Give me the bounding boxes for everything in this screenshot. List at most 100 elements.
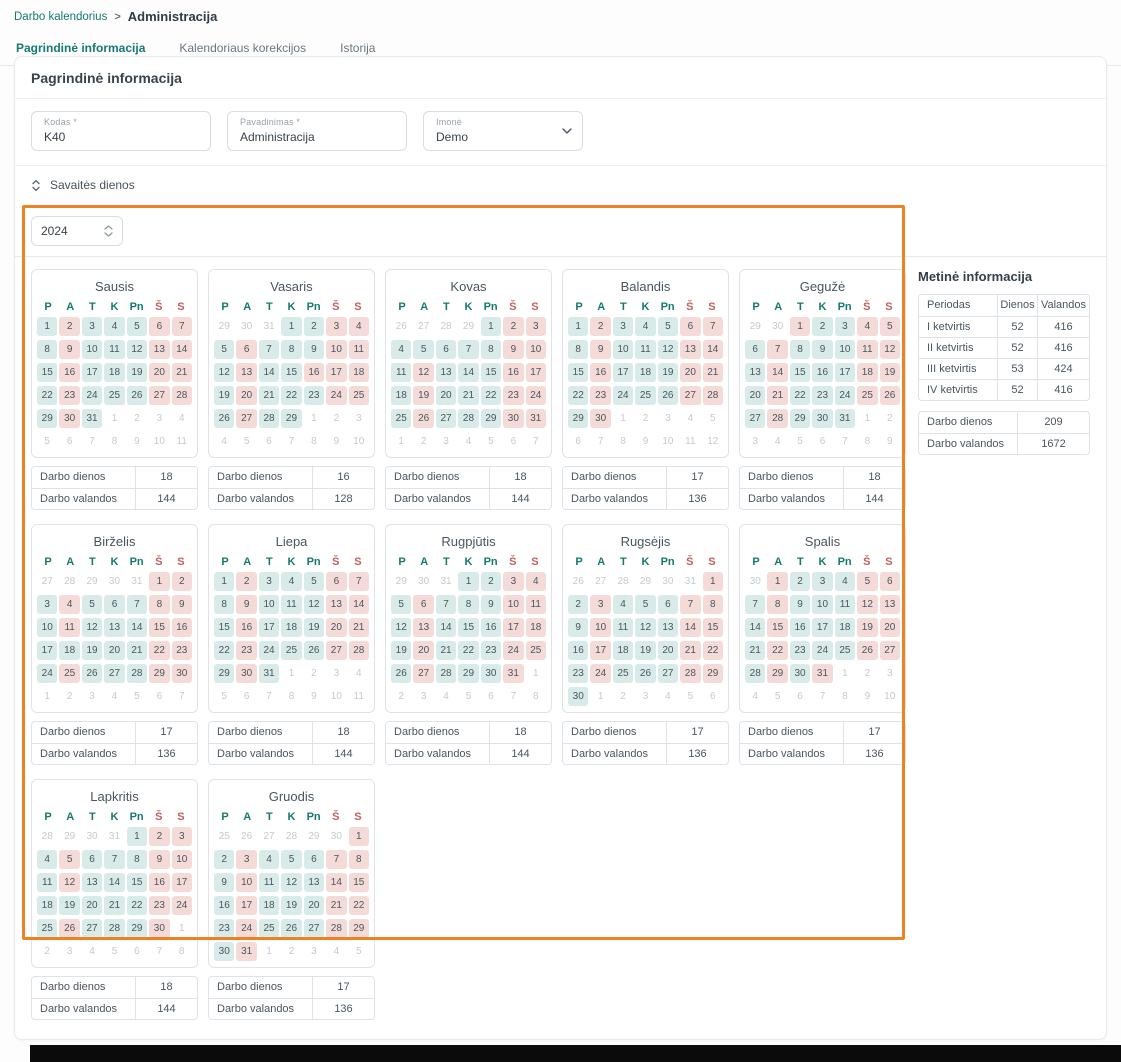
day-cell[interactable]: 24 (326, 386, 346, 405)
day-cell[interactable]: 11 (857, 340, 877, 359)
day-cell[interactable]: 16 (214, 896, 234, 915)
day-cell[interactable]: 27 (82, 919, 102, 938)
day-cell[interactable]: 11 (613, 618, 633, 637)
day-cell[interactable]: 20 (104, 641, 124, 660)
day-cell[interactable]: 19 (658, 363, 678, 382)
day-cell[interactable]: 4 (349, 317, 369, 336)
day-cell[interactable]: 18 (635, 363, 655, 382)
day-cell[interactable]: 13 (326, 595, 346, 614)
day-cell[interactable]: 19 (304, 618, 324, 637)
stepper-up-icon[interactable] (104, 225, 113, 230)
day-cell[interactable]: 1 (568, 317, 588, 336)
day-cell[interactable]: 7 (436, 595, 456, 614)
collapse-section-savaites-dienos[interactable]: Savaitės dienos (15, 165, 1106, 204)
day-cell[interactable]: 15 (214, 618, 234, 637)
day-cell[interactable]: 30 (149, 919, 169, 938)
day-cell[interactable]: 2 (59, 317, 79, 336)
day-cell[interactable]: 12 (127, 340, 147, 359)
day-cell[interactable]: 23 (481, 641, 501, 660)
day-cell[interactable]: 15 (703, 618, 723, 637)
day-cell[interactable]: 15 (127, 873, 147, 892)
day-cell[interactable]: 22 (767, 641, 787, 660)
day-cell[interactable]: 8 (37, 340, 57, 359)
day-cell[interactable]: 29 (349, 919, 369, 938)
day-cell[interactable]: 22 (37, 386, 57, 405)
day-cell[interactable]: 4 (391, 340, 411, 359)
day-cell[interactable]: 17 (526, 363, 546, 382)
day-cell[interactable]: 13 (745, 363, 765, 382)
day-cell[interactable]: 25 (857, 386, 877, 405)
day-cell[interactable]: 14 (172, 340, 192, 359)
day-cell[interactable]: 6 (436, 340, 456, 359)
day-cell[interactable]: 28 (680, 664, 700, 683)
day-cell[interactable]: 8 (458, 595, 478, 614)
day-cell[interactable]: 12 (635, 618, 655, 637)
day-cell[interactable]: 15 (767, 618, 787, 637)
day-cell[interactable]: 21 (436, 641, 456, 660)
day-cell[interactable]: 12 (857, 595, 877, 614)
day-cell[interactable]: 3 (37, 595, 57, 614)
day-cell[interactable]: 23 (812, 386, 832, 405)
day-cell[interactable]: 18 (37, 896, 57, 915)
day-cell[interactable]: 8 (149, 595, 169, 614)
day-cell[interactable]: 8 (127, 850, 147, 869)
day-cell[interactable]: 4 (37, 850, 57, 869)
day-cell[interactable]: 27 (680, 386, 700, 405)
day-cell[interactable]: 20 (436, 386, 456, 405)
day-cell[interactable]: 29 (703, 664, 723, 683)
day-cell[interactable]: 27 (436, 409, 456, 428)
day-cell[interactable]: 21 (326, 896, 346, 915)
day-cell[interactable]: 18 (259, 896, 279, 915)
day-cell[interactable]: 17 (503, 618, 523, 637)
day-cell[interactable]: 5 (127, 317, 147, 336)
day-cell[interactable]: 26 (857, 641, 877, 660)
day-cell[interactable]: 10 (526, 340, 546, 359)
day-cell[interactable]: 4 (259, 850, 279, 869)
day-cell[interactable]: 29 (281, 409, 301, 428)
day-cell[interactable]: 10 (590, 618, 610, 637)
day-cell[interactable]: 12 (82, 618, 102, 637)
day-cell[interactable]: 16 (503, 363, 523, 382)
day-cell[interactable]: 10 (37, 618, 57, 637)
day-cell[interactable]: 10 (259, 595, 279, 614)
day-cell[interactable]: 7 (767, 340, 787, 359)
day-cell[interactable]: 15 (481, 363, 501, 382)
day-cell[interactable]: 23 (503, 386, 523, 405)
day-cell[interactable]: 25 (37, 919, 57, 938)
day-cell[interactable]: 30 (590, 409, 610, 428)
day-cell[interactable]: 5 (304, 572, 324, 591)
day-cell[interactable]: 30 (481, 664, 501, 683)
day-cell[interactable]: 9 (304, 340, 324, 359)
day-cell[interactable]: 20 (413, 641, 433, 660)
day-cell[interactable]: 26 (82, 664, 102, 683)
day-cell[interactable]: 19 (413, 386, 433, 405)
day-cell[interactable]: 12 (413, 363, 433, 382)
day-cell[interactable]: 4 (59, 595, 79, 614)
day-cell[interactable]: 5 (658, 317, 678, 336)
day-cell[interactable]: 6 (82, 850, 102, 869)
day-cell[interactable]: 14 (680, 618, 700, 637)
day-cell[interactable]: 8 (481, 340, 501, 359)
day-cell[interactable]: 11 (59, 618, 79, 637)
day-cell[interactable]: 5 (281, 850, 301, 869)
day-cell[interactable]: 11 (391, 363, 411, 382)
day-cell[interactable]: 17 (259, 618, 279, 637)
day-cell[interactable]: 22 (568, 386, 588, 405)
day-cell[interactable]: 21 (458, 386, 478, 405)
day-cell[interactable]: 20 (304, 896, 324, 915)
day-cell[interactable]: 23 (236, 641, 256, 660)
day-cell[interactable]: 21 (127, 641, 147, 660)
day-cell[interactable]: 24 (526, 386, 546, 405)
day-cell[interactable]: 9 (149, 850, 169, 869)
day-cell[interactable]: 23 (304, 386, 324, 405)
day-cell[interactable]: 15 (568, 363, 588, 382)
day-cell[interactable]: 12 (658, 340, 678, 359)
day-cell[interactable]: 23 (172, 641, 192, 660)
day-cell[interactable]: 24 (503, 641, 523, 660)
day-cell[interactable]: 25 (104, 386, 124, 405)
day-cell[interactable]: 21 (349, 618, 369, 637)
day-cell[interactable]: 7 (326, 850, 346, 869)
day-cell[interactable]: 9 (481, 595, 501, 614)
day-cell[interactable]: 2 (568, 595, 588, 614)
day-cell[interactable]: 27 (413, 664, 433, 683)
